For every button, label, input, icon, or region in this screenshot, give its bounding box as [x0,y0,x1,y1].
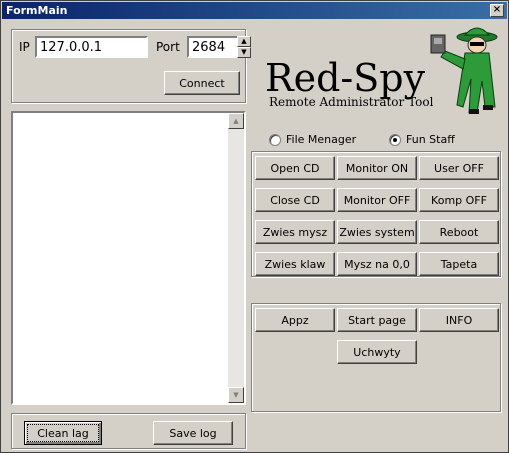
reboot-button[interactable]: Reboot [419,220,499,244]
port-spinner[interactable]: ▲ ▼ [237,36,251,58]
main-window: FormMain × IP Port ▲ ▼ Connect Red-Spy R… [0,0,509,453]
app-logo-title: Red-Spy [265,56,426,100]
port-input[interactable] [187,36,239,58]
scroll-up-icon[interactable]: ▲ [228,113,244,129]
info-button[interactable]: INFO [419,308,499,332]
log-scrollbar[interactable]: ▲ ▼ [228,113,244,403]
ip-input[interactable] [35,36,148,58]
radio-file-menager[interactable]: File Menager [269,133,356,146]
appz-button[interactable]: Appz [255,308,335,332]
ip-label: IP [19,40,30,54]
close-cd-button[interactable]: Close CD [255,188,335,212]
spin-up-icon[interactable]: ▲ [237,36,251,47]
spy-figure-icon [430,27,498,114]
port-label: Port [156,40,180,54]
scroll-down-icon[interactable]: ▼ [228,387,244,403]
window-title: FormMain [6,4,68,17]
zwies-klaw-button[interactable]: Zwies klaw [255,252,335,276]
radio-fun-staff[interactable]: Fun Staff [389,133,455,146]
mysz-na-zero-button[interactable]: Mysz na 0,0 [337,252,417,276]
spin-down-icon[interactable]: ▼ [237,47,251,58]
user-off-button[interactable]: User OFF [419,156,499,180]
title-bar[interactable]: FormMain × [2,2,507,19]
radio-fun-staff-dot[interactable] [389,133,401,146]
radio-file-menager-label: File Menager [286,133,357,146]
komp-off-button[interactable]: Komp OFF [419,188,499,212]
radio-file-menager-dot[interactable] [269,133,281,146]
log-output[interactable] [11,111,246,405]
clean-log-button[interactable]: Clean lag [24,421,102,445]
monitor-off-button[interactable]: Monitor OFF [337,188,417,212]
close-button[interactable]: × [490,4,504,17]
open-cd-button[interactable]: Open CD [255,156,335,180]
start-page-button[interactable]: Start page [337,308,417,332]
connect-button[interactable]: Connect [164,71,240,95]
tapeta-button[interactable]: Tapeta [419,252,499,276]
zwies-system-button[interactable]: Zwies system [337,220,417,244]
zwies-mysz-button[interactable]: Zwies mysz [255,220,335,244]
monitor-on-button[interactable]: Monitor ON [337,156,417,180]
radio-fun-staff-label: Fun Staff [406,133,455,146]
uchwyty-button[interactable]: Uchwyty [337,340,417,364]
save-log-button[interactable]: Save log [153,421,233,445]
app-logo-subtitle: Remote Administrator Tool [269,95,434,109]
